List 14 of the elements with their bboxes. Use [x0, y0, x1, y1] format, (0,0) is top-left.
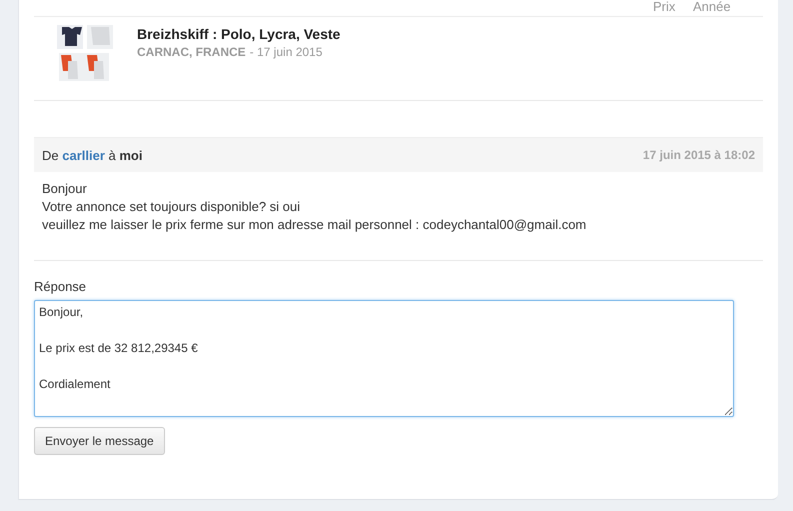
sender-link[interactable]: carllier: [62, 148, 105, 162]
reply-field[interactable]: Bonjour, Le prix est de 32 812,29345 € Cordialement: [34, 300, 734, 417]
send-message-button[interactable]: Envoyer le message: [34, 427, 165, 455]
listing-location: CARNAC, FRANCE: [137, 45, 246, 59]
message-text: veuillez me laisser le prix ferme sur mon adresse mail personnel : codeychantal00@gmail.com: [42, 216, 588, 234]
column-header: Année: [693, 0, 732, 14]
column-header: Prix: [653, 0, 676, 14]
message-text: Bonjour: [42, 180, 88, 198]
message-sender-line: De carllier à moi: [42, 148, 142, 162]
listing-date: - 17 juin 2015: [250, 45, 322, 59]
reply-label: Réponse: [34, 279, 86, 294]
listing-title[interactable]: Breizhskiff : Polo, Lycra, Veste: [137, 26, 340, 42]
message-timestamp: 17 juin 2015 à 18:02: [642, 148, 755, 162]
message-text: Votre annonce set toujours disponible? si oui: [42, 198, 302, 216]
